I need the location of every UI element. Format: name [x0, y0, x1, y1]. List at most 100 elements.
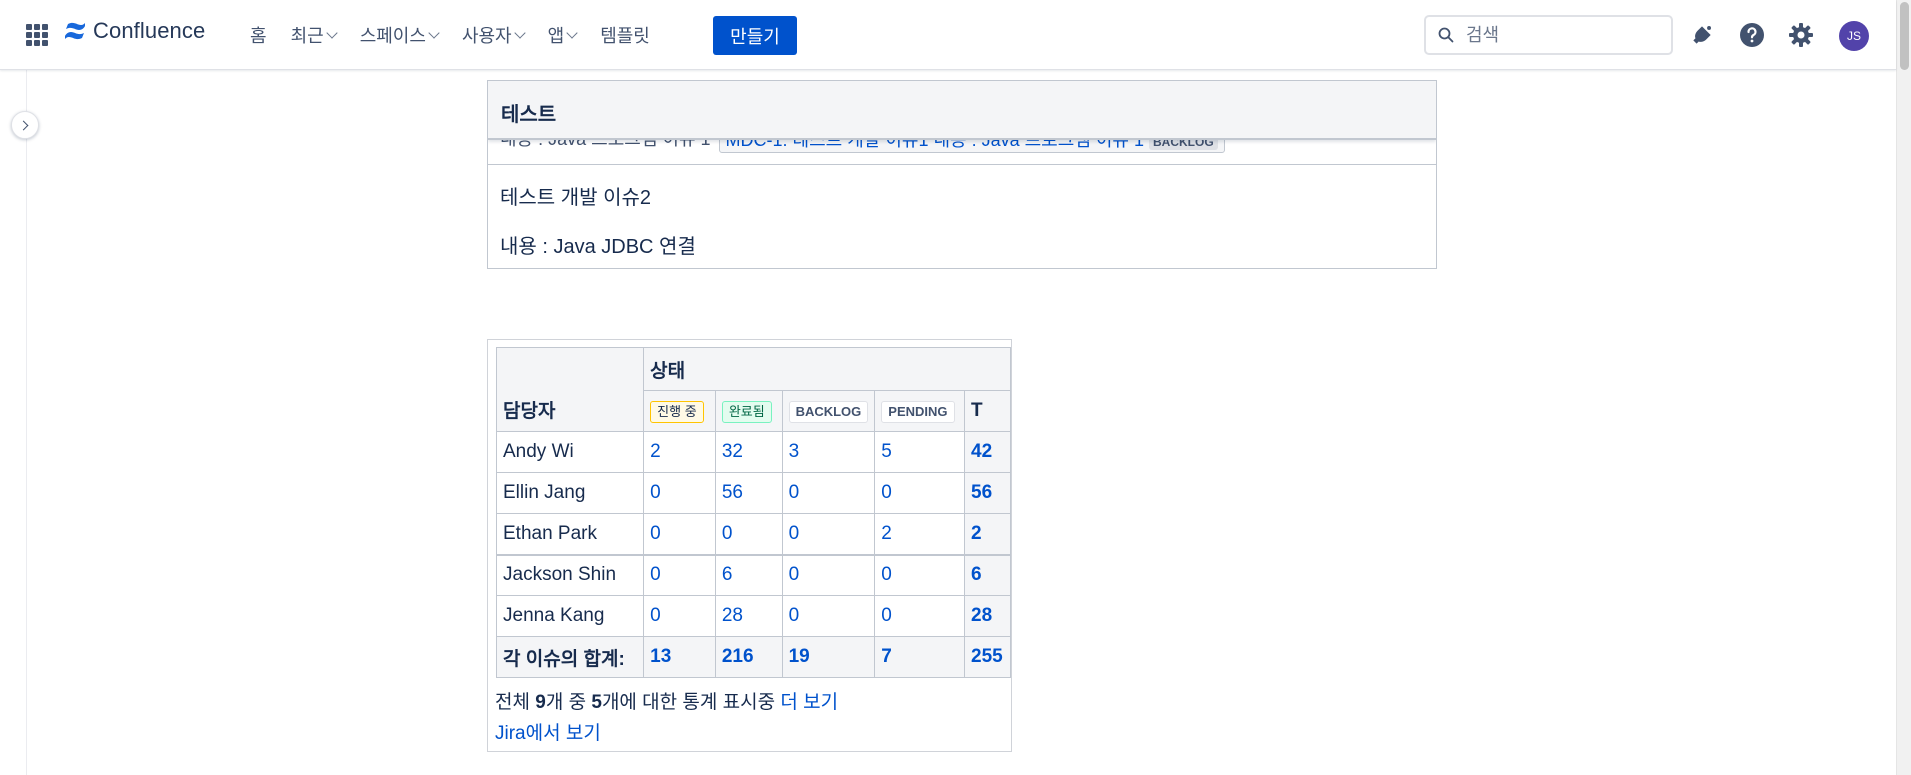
column-header-backlog: BACKLOG: [781, 390, 876, 432]
total-link[interactable]: 2: [971, 523, 982, 544]
total-link[interactable]: 28: [971, 605, 992, 626]
summary-text-part: 개에 대한 통계 표시중: [601, 692, 781, 713]
search-input[interactable]: [1464, 23, 1654, 47]
nav-item-apps[interactable]: 앱: [547, 22, 578, 48]
table-header-cell: 테스트: [488, 81, 1436, 140]
sum-cell: 7: [874, 636, 966, 678]
count-cell: 2: [643, 431, 716, 473]
sidebar-rail: [0, 70, 27, 775]
sum-label: 각 이슈의 합계:: [495, 636, 645, 678]
confluence-logo-icon: [65, 22, 85, 40]
assignee-header: 담당자: [495, 347, 645, 432]
show-more-link[interactable]: 더 보기: [780, 692, 838, 713]
count-cell: 0: [643, 595, 716, 637]
jira-issues-table: 테스트 내용 : Java 프로그램 이슈 1 MDC-1: 테스트 개발 이슈…: [487, 80, 1437, 269]
nav-item-label: 홈: [250, 26, 267, 46]
user-avatar[interactable]: JS: [1839, 21, 1869, 51]
count-link[interactable]: 6: [722, 564, 733, 585]
nav-item-people[interactable]: 사용자: [462, 22, 526, 48]
chevron-down-icon: [513, 26, 526, 39]
count-cell: 0: [874, 472, 966, 514]
count-link[interactable]: 0: [789, 482, 800, 503]
count-link[interactable]: 0: [650, 523, 661, 544]
count-cell: 0: [643, 513, 716, 555]
count-cell: 0: [714, 513, 783, 555]
total-cell: 2: [964, 513, 1011, 555]
shown-issue-count: 5: [591, 692, 602, 713]
count-link[interactable]: 0: [789, 605, 800, 626]
notifications-icon[interactable]: [1689, 22, 1715, 48]
chevron-down-icon: [326, 26, 338, 39]
sum-total-link[interactable]: 255: [971, 646, 1003, 667]
total-cell: 42: [964, 431, 1011, 473]
count-link[interactable]: 0: [650, 564, 661, 585]
assignee-name: Jenna Kang: [495, 595, 645, 637]
count-link[interactable]: 3: [789, 441, 800, 462]
count-link[interactable]: 0: [722, 523, 733, 544]
count-link[interactable]: 5: [881, 441, 892, 462]
count-link[interactable]: 0: [881, 482, 892, 503]
issue-title-text: 테스트 개발 이슈2: [500, 187, 652, 209]
sum-link[interactable]: 19: [789, 646, 810, 667]
nav-item-label: 템플릿: [600, 26, 650, 46]
sum-link[interactable]: 13: [650, 646, 671, 667]
create-button[interactable]: 만들기: [713, 16, 797, 55]
table-row: Ethan Park 0 0 0 2 2: [495, 513, 1011, 555]
count-link[interactable]: 32: [722, 441, 743, 462]
confluence-logo[interactable]: Confluence: [63, 18, 205, 44]
count-cell: 3: [781, 431, 876, 473]
sum-total-cell: 255: [964, 636, 1011, 678]
count-cell: 6: [714, 554, 783, 596]
total-link[interactable]: 6: [971, 564, 982, 585]
view-in-jira-link[interactable]: Jira에서 보기: [495, 723, 601, 744]
sum-link[interactable]: 7: [881, 646, 892, 667]
total-link[interactable]: 42: [971, 441, 992, 462]
nav-item-recent[interactable]: 최근: [290, 22, 338, 48]
status-lozenge: 진행 중: [650, 400, 704, 423]
count-link[interactable]: 0: [650, 482, 661, 503]
status-lozenge: BACKLOG: [788, 400, 869, 423]
count-link[interactable]: 2: [650, 441, 661, 462]
count-cell: 0: [874, 595, 966, 637]
app-switcher-icon[interactable]: [26, 24, 48, 46]
nav-item-label: 최근: [290, 26, 324, 46]
nav-item-label: 스페이스: [359, 26, 426, 46]
table-row: Ellin Jang 0 56 0 0 56: [495, 472, 1011, 514]
search-box[interactable]: [1424, 15, 1673, 55]
count-cell: 0: [874, 554, 966, 596]
count-link[interactable]: 0: [650, 605, 661, 626]
count-cell: 0: [781, 472, 876, 514]
summary-row: 각 이슈의 합계: 13 216 19 7 255: [495, 636, 1011, 678]
expand-sidebar-button[interactable]: [11, 111, 39, 139]
count-link[interactable]: 0: [881, 605, 892, 626]
count-cell: 56: [714, 472, 783, 514]
count-link[interactable]: 0: [789, 564, 800, 585]
count-cell: 0: [781, 595, 876, 637]
sum-link[interactable]: 216: [722, 646, 754, 667]
settings-gear-icon[interactable]: [1788, 22, 1814, 48]
nav-item-home[interactable]: 홈: [250, 22, 267, 48]
nav-menu: 홈 최근 스페이스 사용자 앱 템플릿: [250, 0, 650, 70]
count-link[interactable]: 0: [789, 523, 800, 544]
nav-item-spaces[interactable]: 스페이스: [359, 22, 440, 48]
jira-statistics-macro: 담당자 상태 진행 중 완료됨 BACKLOG PENDING T Andy W…: [487, 339, 1012, 752]
count-link[interactable]: 56: [722, 482, 743, 503]
count-link[interactable]: 0: [881, 564, 892, 585]
count-link[interactable]: 28: [722, 605, 743, 626]
issue-content-text: 내용 : Java JDBC 연결: [500, 236, 696, 258]
scrollbar-thumb[interactable]: [1900, 2, 1909, 70]
table-header-row: 담당자 상태: [495, 347, 1011, 432]
chevron-right-icon: [18, 120, 29, 130]
summary-text-part: 전체: [495, 692, 536, 713]
assignee-name: Andy Wi: [495, 431, 645, 473]
column-header-total: T: [964, 390, 1011, 432]
nav-item-templates[interactable]: 템플릿: [600, 22, 650, 48]
help-icon[interactable]: [1739, 22, 1765, 48]
total-link[interactable]: 56: [971, 482, 992, 503]
count-link[interactable]: 2: [881, 523, 892, 544]
row-divider: [488, 164, 1436, 165]
statistics-table: 담당자 상태 진행 중 완료됨 BACKLOG PENDING T Andy W…: [495, 347, 1011, 678]
nav-item-label: 앱: [547, 26, 565, 46]
column-header-pending: PENDING: [874, 390, 966, 432]
page-scrollbar[interactable]: [1896, 0, 1911, 775]
